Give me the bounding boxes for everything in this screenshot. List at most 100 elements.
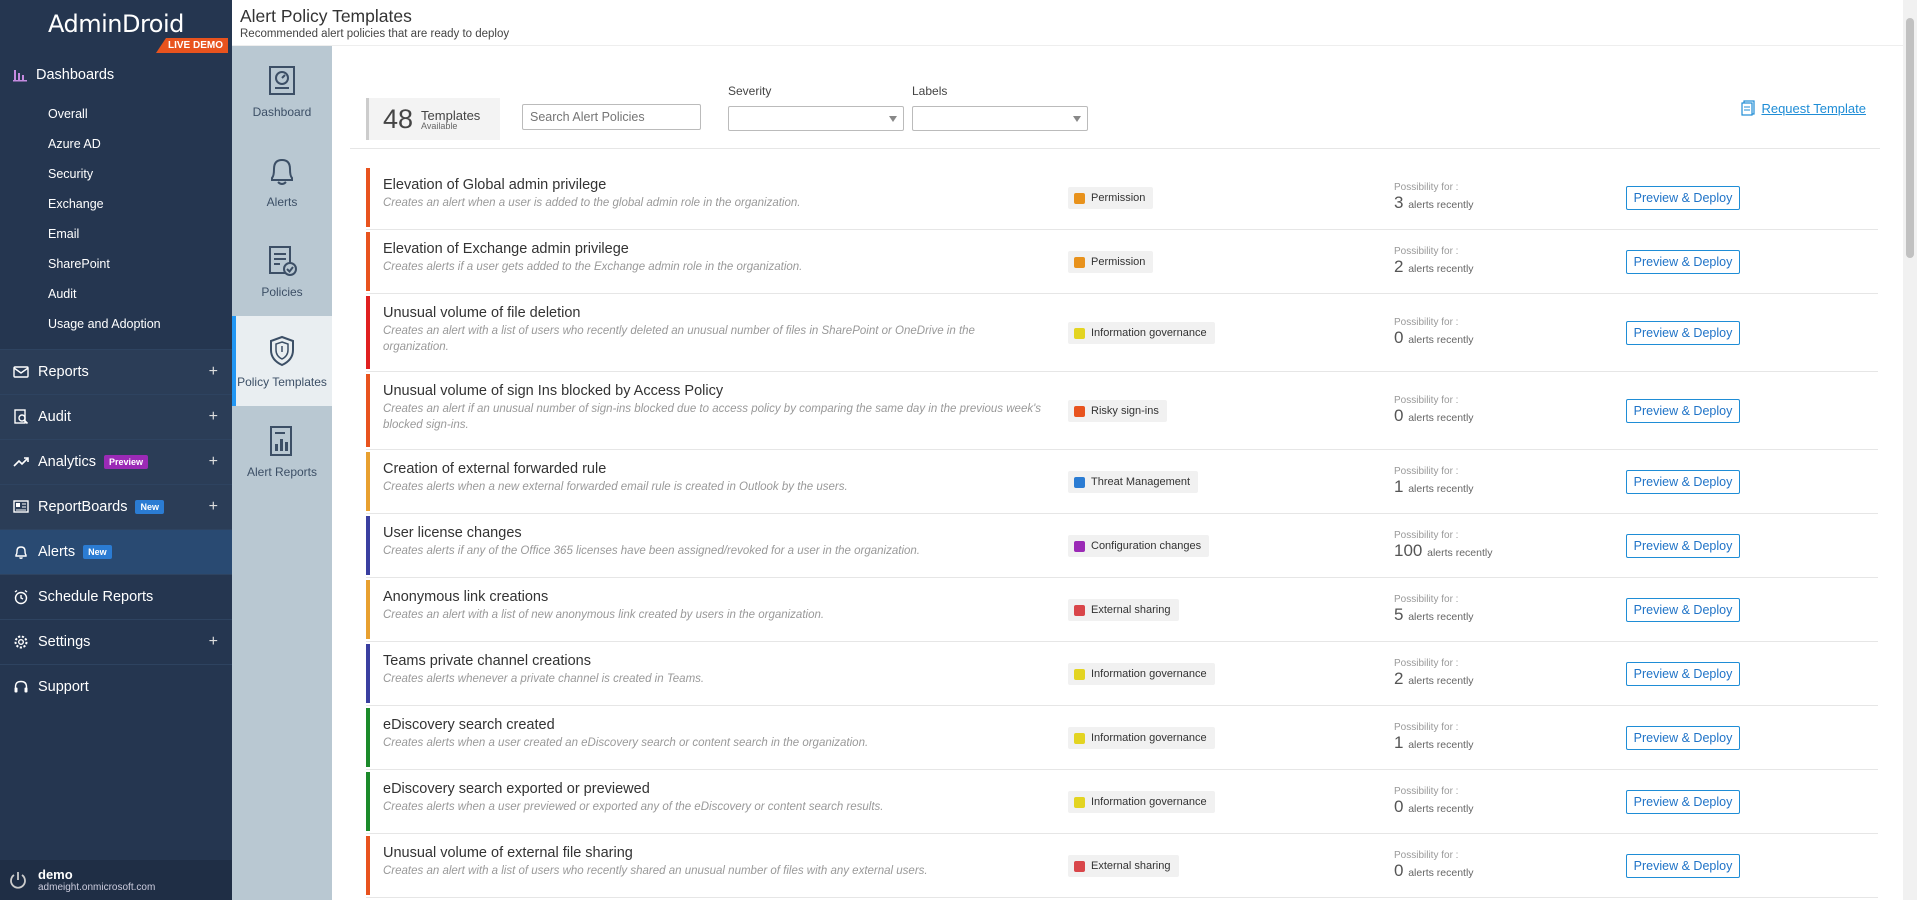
subnav-alert-reports[interactable]: Alert Reports <box>232 406 332 496</box>
possibility-info: Possibility for :1 alerts recently <box>1394 466 1474 497</box>
preview-deploy-button[interactable]: Preview & Deploy <box>1626 790 1740 814</box>
template-row: User license changes Creates alerts if an… <box>366 514 1878 578</box>
sidebar-section-label: Support <box>38 679 89 695</box>
category-color-dot <box>1074 327 1085 339</box>
sidebar-section-schedule-reports[interactable]: Schedule Reports <box>0 574 232 619</box>
alert-count: 2 <box>1394 669 1404 688</box>
sidebar-dashboards[interactable]: Dashboards <box>0 60 232 90</box>
preview-deploy-button[interactable]: Preview & Deploy <box>1626 534 1740 558</box>
sidebar-section-support[interactable]: Support <box>0 664 232 709</box>
labels-select[interactable] <box>912 106 1088 131</box>
expand-plus-icon[interactable]: + <box>209 453 218 471</box>
page-scrollbar[interactable] <box>1903 0 1917 900</box>
possibility-label: Possibility for : <box>1394 317 1459 328</box>
subnav-label: Alerts <box>266 194 298 209</box>
template-title[interactable]: eDiscovery search created <box>383 717 555 733</box>
expand-plus-icon[interactable]: + <box>209 498 218 516</box>
subnav-alerts[interactable]: Alerts <box>232 136 332 226</box>
severity-bar <box>366 374 370 447</box>
subnav-policy-templates[interactable]: Policy Templates <box>232 316 332 406</box>
category-color-dot <box>1074 405 1085 417</box>
main-content: 48 Templates Available Severity Labels R… <box>350 56 1880 900</box>
subnav-dashboard[interactable]: Dashboard <box>232 46 332 136</box>
logo[interactable]: AdminDroid LIVE DEMO <box>0 0 232 58</box>
preview-deploy-button[interactable]: Preview & Deploy <box>1626 726 1740 750</box>
user-info: demo admeight.onmicrosoft.com <box>38 867 155 893</box>
sidebar-dashboard-item[interactable]: Overall <box>48 99 232 129</box>
power-icon[interactable] <box>8 870 28 890</box>
user-name: demo <box>38 867 73 882</box>
template-title[interactable]: Unusual volume of external file sharing <box>383 845 633 861</box>
preview-deploy-button[interactable]: Preview & Deploy <box>1626 399 1740 423</box>
headset-icon <box>12 679 30 695</box>
possibility-label: Possibility for : <box>1394 395 1459 406</box>
severity-bar <box>366 708 370 767</box>
severity-bar <box>366 836 370 895</box>
preview-deploy-button[interactable]: Preview & Deploy <box>1626 662 1740 686</box>
sidebar-footer: demo admeight.onmicrosoft.com <box>0 860 232 900</box>
sidebar-section-alerts[interactable]: Alerts New <box>0 529 232 574</box>
subnav-label: Dashboard <box>252 104 312 119</box>
category-label: Risky sign-ins <box>1068 400 1167 422</box>
expand-plus-icon[interactable]: + <box>209 633 218 651</box>
template-description: Creates alerts if any of the Office 365 … <box>383 545 920 557</box>
sidebar-section-reports[interactable]: Reports + <box>0 349 232 394</box>
sidebar-dashboard-item[interactable]: Audit <box>48 279 232 309</box>
sidebar-dashboard-item[interactable]: Usage and Adoption <box>48 309 232 339</box>
bar-chart-icon <box>12 67 28 83</box>
template-count-box: 48 Templates Available <box>366 98 500 140</box>
expand-plus-icon[interactable]: + <box>209 408 218 426</box>
preview-deploy-button[interactable]: Preview & Deploy <box>1626 186 1740 210</box>
category-label-text: Threat Management <box>1091 476 1191 488</box>
sidebar-section-settings[interactable]: Settings + <box>0 619 232 664</box>
preview-deploy-button[interactable]: Preview & Deploy <box>1626 598 1740 622</box>
sidebar-dashboard-item[interactable]: Email <box>48 219 232 249</box>
possibility-value: 0 alerts recently <box>1394 406 1474 426</box>
template-title[interactable]: Unusual volume of sign Ins blocked by Ac… <box>383 383 723 399</box>
alert-reports-icon <box>265 424 299 465</box>
template-title[interactable]: Elevation of Global admin privilege <box>383 177 606 193</box>
sidebar-section-label: Schedule Reports <box>38 589 154 605</box>
preview-deploy-button[interactable]: Preview & Deploy <box>1626 250 1740 274</box>
possibility-label: Possibility for : <box>1394 182 1459 193</box>
scrollbar-thumb[interactable] <box>1906 18 1914 258</box>
sidebar-dashboard-item[interactable]: SharePoint <box>48 249 232 279</box>
alert-count: 1 <box>1394 733 1404 752</box>
template-description: Creates an alert with a list of users wh… <box>383 865 928 877</box>
subnav-policies[interactable]: Policies <box>232 226 332 316</box>
policies-icon <box>265 244 299 285</box>
possibility-info: Possibility for :0 alerts recently <box>1394 850 1474 881</box>
template-title[interactable]: Unusual volume of file deletion <box>383 305 580 321</box>
possibility-label: Possibility for : <box>1394 850 1459 861</box>
sidebar-dashboard-item[interactable]: Security <box>48 159 232 189</box>
page-header: Alert Policy Templates Recommended alert… <box>232 0 1917 46</box>
sidebar-dashboard-item[interactable]: Exchange <box>48 189 232 219</box>
severity-label: Severity <box>728 84 772 98</box>
template-title[interactable]: eDiscovery search exported or previewed <box>383 781 650 797</box>
template-title[interactable]: Creation of external forwarded rule <box>383 461 606 477</box>
template-title[interactable]: Anonymous link creations <box>383 589 548 605</box>
sidebar-section-label: ReportBoards <box>38 499 128 515</box>
sidebar-section-reportboards[interactable]: ReportBoards New + <box>0 484 232 529</box>
preview-deploy-button[interactable]: Preview & Deploy <box>1626 854 1740 878</box>
sidebar-section-label: Reports <box>38 364 89 380</box>
audit-icon <box>12 409 30 425</box>
sidebar-section-badge: New <box>83 545 112 559</box>
template-row: Unusual volume of external file sharing C… <box>366 834 1878 898</box>
template-title[interactable]: Teams private channel creations <box>383 653 591 669</box>
preview-deploy-button[interactable]: Preview & Deploy <box>1626 470 1740 494</box>
search-input[interactable] <box>522 104 701 130</box>
severity-select[interactable] <box>728 106 904 131</box>
template-title[interactable]: User license changes <box>383 525 522 541</box>
expand-plus-icon[interactable]: + <box>209 363 218 381</box>
sidebar-section-analytics[interactable]: Analytics Preview + <box>0 439 232 484</box>
severity-bar <box>366 772 370 831</box>
category-label: Permission <box>1068 187 1154 209</box>
sidebar-dashboard-item[interactable]: Azure AD <box>48 129 232 159</box>
sidebar-section-audit[interactable]: Audit + <box>0 394 232 439</box>
alert-count: 0 <box>1394 861 1404 880</box>
preview-deploy-button[interactable]: Preview & Deploy <box>1626 321 1740 345</box>
request-template-link[interactable]: Request Template <box>1741 100 1866 116</box>
template-title[interactable]: Elevation of Exchange admin privilege <box>383 241 629 257</box>
possibility-label: Possibility for : <box>1394 466 1459 477</box>
